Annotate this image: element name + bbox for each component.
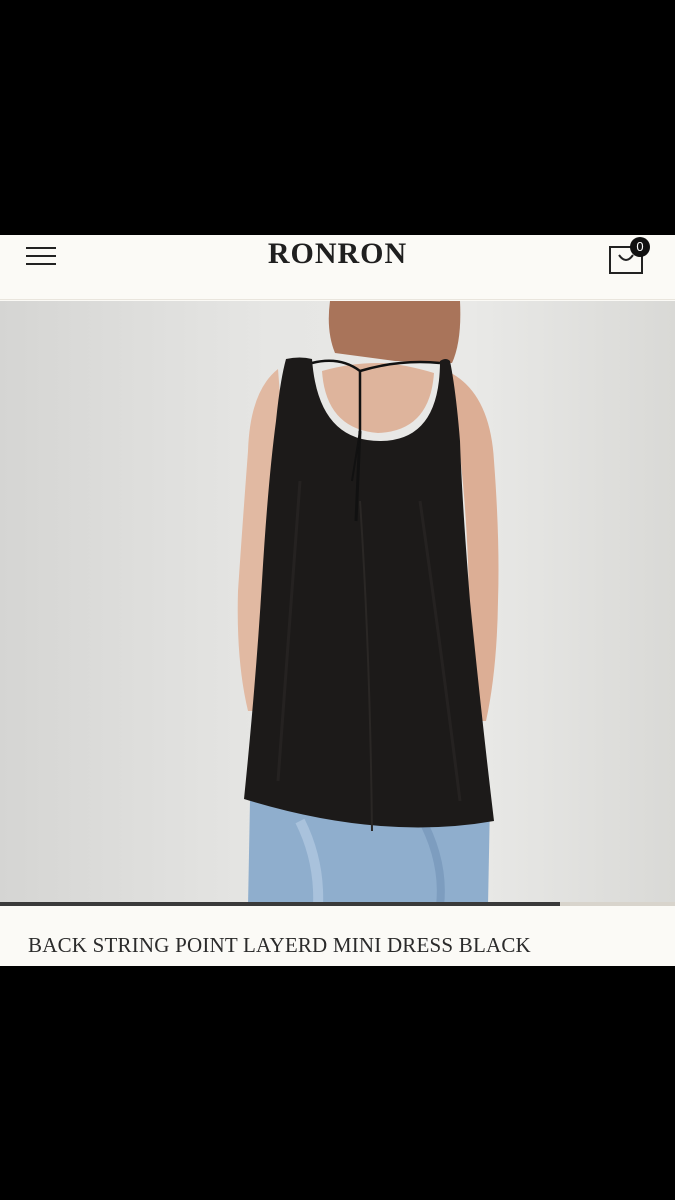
top-header: RONRON 0: [0, 235, 675, 300]
product-title: BACK STRING POINT LAYERD MINI DRESS BLAC…: [28, 933, 531, 957]
gallery-progress-track: [0, 902, 675, 906]
product-photo-illustration: [237, 301, 499, 906]
product-photo[interactable]: [0, 301, 675, 906]
app-screen: RONRON 0 BACK STRING POINT LAYERD MINI D…: [0, 235, 675, 966]
cart-count-badge: 0: [630, 237, 650, 257]
gallery-progress-fill: [0, 902, 561, 906]
cart-button[interactable]: 0: [606, 237, 652, 279]
brand-logo[interactable]: RONRON: [0, 237, 675, 271]
